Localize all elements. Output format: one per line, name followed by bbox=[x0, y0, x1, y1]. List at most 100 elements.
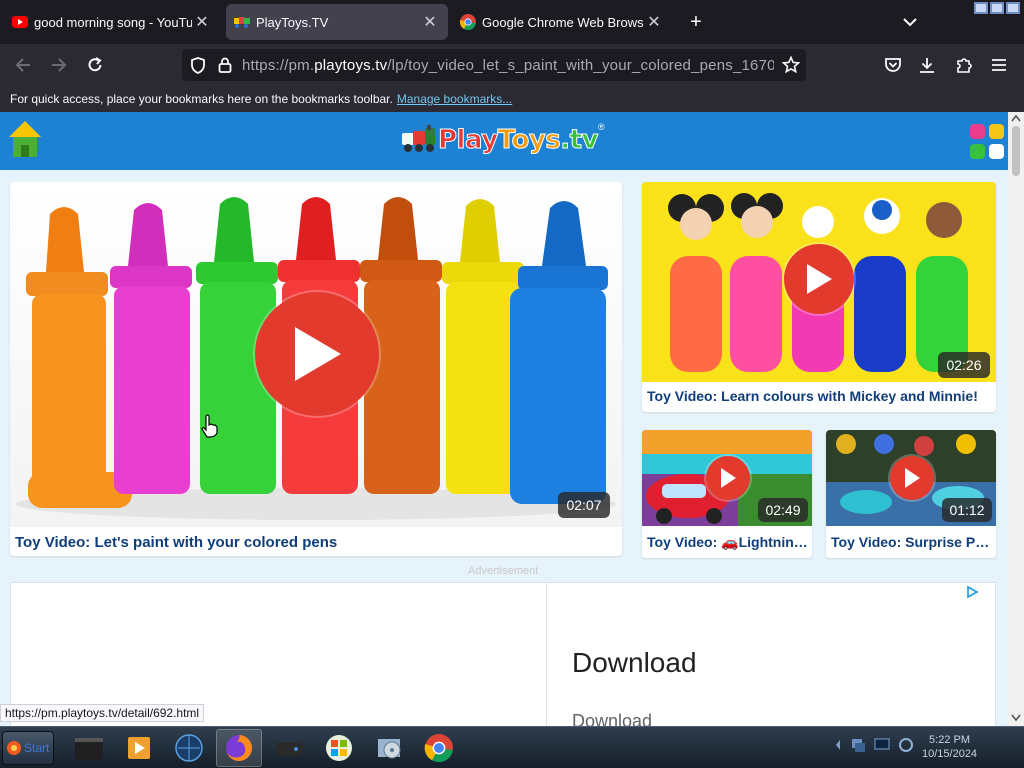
play-icon bbox=[721, 468, 736, 488]
window-controls bbox=[974, 2, 1020, 14]
arrow-left-icon bbox=[15, 58, 30, 72]
taskbar-app-globe[interactable] bbox=[166, 729, 212, 767]
network-icon[interactable] bbox=[850, 737, 866, 753]
video-duration: 01:12 bbox=[942, 498, 992, 522]
video-card[interactable]: 01:12 Toy Video: Surprise Paw Patrol bbox=[826, 430, 996, 558]
close-tab-icon[interactable]: ✕ bbox=[644, 12, 664, 32]
adchoices-icon[interactable] bbox=[965, 585, 979, 599]
windows-flag-icon bbox=[326, 735, 352, 761]
system-clock[interactable]: 5:22 PM 10/15/2024 bbox=[922, 733, 977, 761]
download-icon bbox=[920, 58, 934, 73]
play-button[interactable] bbox=[784, 244, 854, 314]
maximize-button[interactable] bbox=[990, 2, 1004, 14]
play-icon bbox=[295, 327, 341, 381]
new-tab-button[interactable]: + bbox=[684, 10, 708, 34]
play-button[interactable] bbox=[890, 456, 934, 500]
taskbar-app-terminal[interactable] bbox=[66, 729, 112, 767]
video-title[interactable]: Toy Video: Learn colours with Mickey and… bbox=[647, 388, 992, 404]
pocket-button[interactable] bbox=[880, 52, 906, 78]
youtube-icon bbox=[12, 14, 28, 30]
ad-subtitle: Download bbox=[572, 711, 653, 726]
scroll-down-icon[interactable] bbox=[1011, 714, 1021, 722]
tab-title: Google Chrome Web Browser bbox=[482, 14, 644, 30]
video-card-main[interactable]: 02:07 Toy Video: Let's paint with your c… bbox=[10, 182, 622, 556]
train-icon bbox=[402, 125, 435, 152]
firefox-icon bbox=[226, 735, 252, 761]
taskbar-app-installer[interactable] bbox=[366, 729, 412, 767]
ad-title[interactable]: Download bbox=[572, 647, 697, 679]
video-duration: 02:49 bbox=[758, 498, 808, 522]
manage-bookmarks-link[interactable]: Manage bookmarks... bbox=[397, 92, 512, 106]
hamburger-menu-icon bbox=[992, 59, 1006, 71]
browser-tab-bar: good morning song - YouTube ✕ PlayToys.T… bbox=[0, 0, 1024, 44]
reload-icon bbox=[88, 57, 102, 72]
pocket-icon bbox=[885, 58, 901, 72]
reload-button[interactable] bbox=[82, 52, 108, 78]
back-button[interactable] bbox=[10, 52, 36, 78]
shield-icon[interactable] bbox=[190, 57, 206, 74]
speaker-icon[interactable] bbox=[898, 737, 914, 753]
os-taskbar: Start 5:22 PM 10/15/2024 bbox=[0, 726, 1024, 768]
forward-button[interactable] bbox=[46, 52, 72, 78]
url-prefix: https://pm. bbox=[242, 56, 315, 74]
video-thumbnail[interactable]: 02:07 bbox=[10, 182, 622, 527]
globe-icon bbox=[175, 734, 203, 762]
navigation-toolbar: https://pm.playtoys.tv/lp/toy_video_let_… bbox=[0, 44, 1024, 86]
video-card[interactable]: 02:26 Toy Video: Learn colours with Mick… bbox=[642, 182, 996, 412]
close-tab-icon[interactable]: ✕ bbox=[420, 12, 440, 32]
downloads-button[interactable] bbox=[914, 52, 940, 78]
playtoys-logo[interactable]: Play Toys .tv ® bbox=[400, 122, 614, 158]
link-status-bar: https://pm.playtoys.tv/detail/692.html bbox=[0, 704, 205, 722]
video-thumbnail[interactable]: 01:12 bbox=[826, 430, 996, 526]
chrome-icon bbox=[424, 734, 453, 763]
clock-date: 10/15/2024 bbox=[922, 748, 978, 760]
star-bookmark-icon[interactable] bbox=[782, 56, 800, 74]
page-scrollbar[interactable] bbox=[1008, 112, 1024, 726]
display-icon[interactable] bbox=[874, 738, 890, 752]
tab-playtoys[interactable]: PlayToys.TV ✕ bbox=[226, 4, 448, 40]
video-duration: 02:26 bbox=[938, 352, 990, 378]
bookmarks-toolbar: For quick access, place your bookmarks h… bbox=[0, 86, 1024, 112]
logo-tv: .tv bbox=[560, 125, 599, 156]
taskbar-app-drive[interactable] bbox=[266, 729, 312, 767]
taskbar-app-firefox[interactable] bbox=[216, 729, 262, 767]
screen: good morning song - YouTube ✕ PlayToys.T… bbox=[0, 0, 1024, 768]
extensions-button[interactable] bbox=[951, 52, 977, 78]
menu-button[interactable] bbox=[986, 52, 1012, 78]
logo-registered: ® bbox=[598, 122, 605, 132]
minimize-button[interactable] bbox=[974, 2, 988, 14]
close-tab-icon[interactable]: ✕ bbox=[192, 12, 212, 32]
home-icon[interactable] bbox=[8, 120, 42, 160]
clock-time: 5:22 PM bbox=[929, 734, 971, 746]
url-text[interactable]: https://pm.playtoys.tv/lp/toy_video_let_… bbox=[242, 57, 774, 74]
taskbar-app-chrome[interactable] bbox=[416, 729, 462, 767]
ad-divider bbox=[546, 583, 547, 726]
close-window-button[interactable] bbox=[1006, 2, 1020, 14]
taskbar-app-windows[interactable] bbox=[316, 729, 362, 767]
video-thumbnail[interactable]: 02:26 bbox=[642, 182, 996, 382]
tab-youtube[interactable]: good morning song - YouTube ✕ bbox=[4, 4, 220, 40]
play-button[interactable] bbox=[255, 292, 379, 416]
scroll-up-icon[interactable] bbox=[1011, 114, 1021, 122]
lock-icon[interactable] bbox=[218, 57, 232, 73]
video-card[interactable]: 02:49 Toy Video: 🚗Lightning McQueen bbox=[642, 430, 812, 558]
tab-chrome[interactable]: Google Chrome Web Browser ✕ bbox=[452, 4, 672, 40]
play-button[interactable] bbox=[706, 456, 750, 500]
tab-title: good morning song - YouTube bbox=[34, 14, 192, 30]
start-label: Start bbox=[24, 741, 50, 755]
start-button[interactable]: Start bbox=[2, 731, 54, 765]
video-thumbnail[interactable]: 02:49 bbox=[642, 430, 812, 526]
installer-icon bbox=[378, 739, 401, 759]
apps-grid-icon[interactable] bbox=[970, 124, 1006, 160]
video-title[interactable]: Toy Video: Let's paint with your colored… bbox=[15, 534, 618, 551]
video-title[interactable]: Toy Video: Surprise Paw Patrol bbox=[831, 534, 992, 550]
video-title[interactable]: Toy Video: 🚗Lightning McQueen bbox=[647, 534, 808, 551]
taskbar-app-media[interactable] bbox=[116, 729, 162, 767]
site-header: Play Toys .tv ® bbox=[0, 112, 1008, 170]
address-bar[interactable]: https://pm.playtoys.tv/lp/toy_video_let_… bbox=[182, 49, 806, 81]
list-all-tabs-button[interactable] bbox=[898, 10, 922, 34]
tray-expand-icon[interactable] bbox=[834, 739, 842, 751]
url-domain: playtoys.tv bbox=[314, 56, 388, 74]
scrollbar-thumb[interactable] bbox=[1012, 126, 1020, 176]
logo-play: Play bbox=[438, 125, 499, 156]
